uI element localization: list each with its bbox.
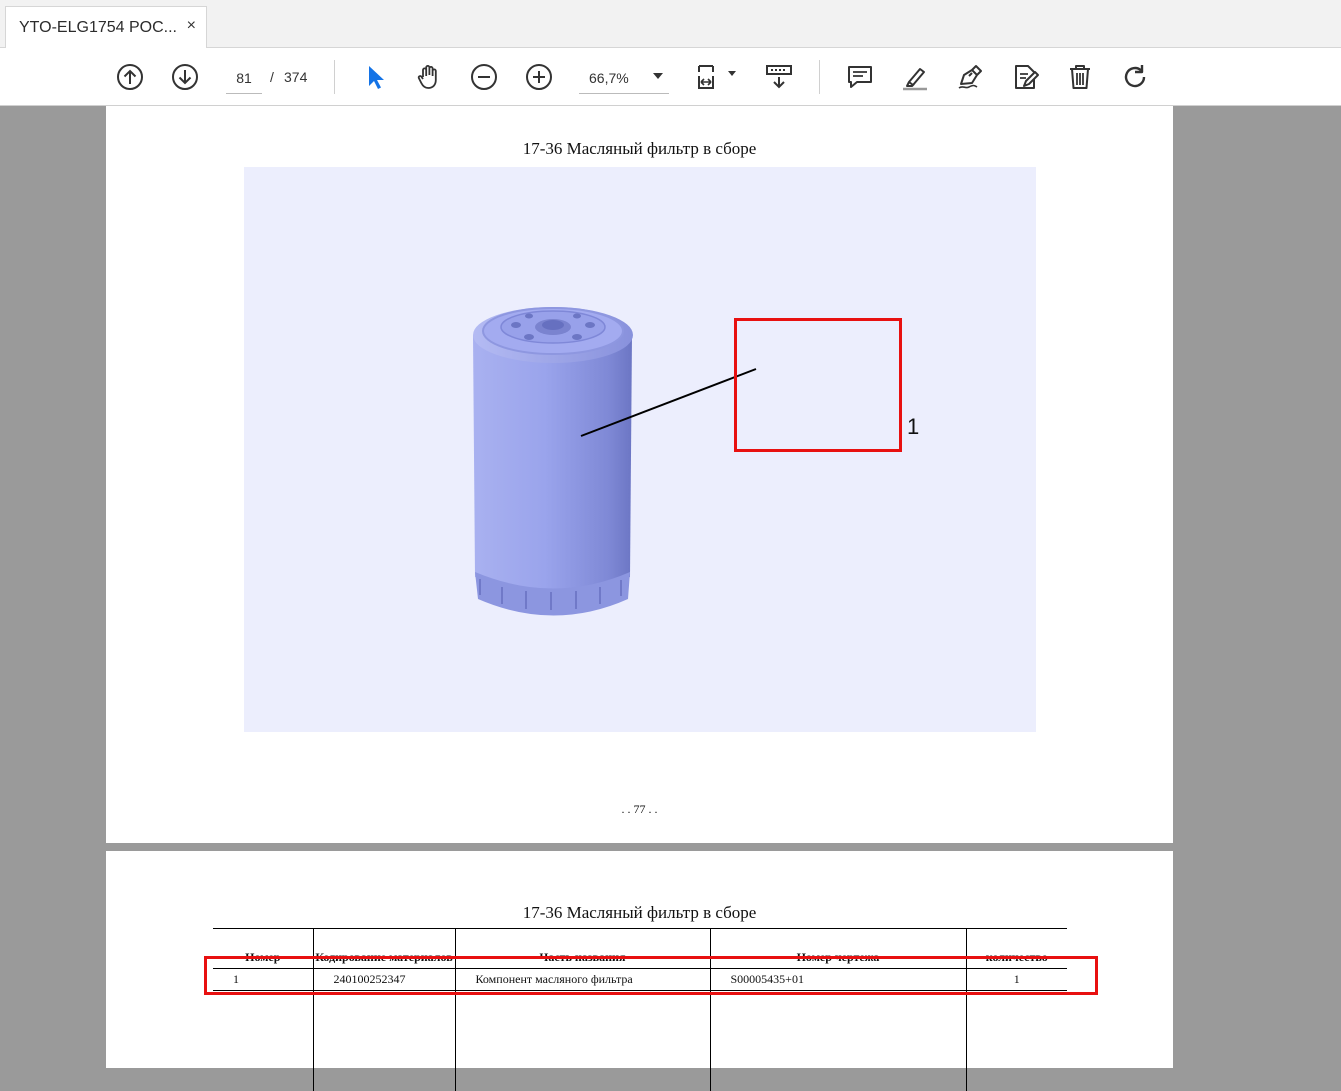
zoom-value: 66,7% (589, 70, 629, 86)
table-row-empty (213, 990, 1067, 1091)
draw-button[interactable] (953, 60, 987, 94)
part-figure: 1 (244, 167, 1036, 732)
document-edit-icon (1015, 65, 1039, 89)
parts-table: Номер Кодирование материалов Часть назва… (213, 928, 1067, 1091)
chevron-down-icon (653, 73, 663, 79)
tab-title: YTO-ELG1754 POC... (19, 18, 177, 36)
scroll-mode-button[interactable] (762, 60, 796, 94)
figure-title: 17-36 Масляный фильтр в сборе (522, 139, 757, 158)
tab-bar: YTO-ELG1754 POC... × (0, 0, 1341, 48)
pdf-page-78: 17-36 Масляный фильтр в сборе Номер Коди… (106, 851, 1173, 1091)
rotate-button[interactable] (1118, 60, 1152, 94)
plus-circle-icon (526, 64, 552, 90)
page-number-footer: . . 77 . . (621, 802, 658, 816)
pen-draw-icon (958, 65, 982, 89)
close-icon[interactable]: × (187, 17, 196, 35)
table-title: 17-36 Масляный фильтр в сборе (522, 903, 757, 922)
page-total: 374 (284, 69, 308, 85)
scroll-down-icon (766, 65, 792, 89)
highlight-button[interactable] (898, 60, 932, 94)
page-fit-button[interactable] (690, 60, 740, 94)
oil-filter-image (473, 307, 757, 616)
comment-icon (848, 66, 872, 88)
arrow-down-circle-icon (172, 64, 198, 90)
pdf-page-77: 17-36 Масляный фильтр в сборе 1 . . 77 .… (106, 106, 1173, 843)
page-separator: / (270, 69, 274, 85)
page-number-input[interactable]: 81 (226, 62, 262, 94)
previous-page-button[interactable] (113, 60, 147, 94)
document-tab[interactable]: YTO-ELG1754 POC... × (5, 6, 207, 48)
hand-icon (417, 65, 437, 89)
cursor-arrow-icon (369, 66, 384, 89)
select-tool-button[interactable] (357, 60, 391, 94)
highlight-box-row (204, 956, 1098, 995)
toolbar-divider (819, 60, 820, 94)
minus-circle-icon (471, 64, 497, 90)
zoom-out-button[interactable] (467, 60, 501, 94)
hand-tool-button[interactable] (412, 60, 446, 94)
highlight-box-callout (734, 318, 902, 452)
toolbar: 81 / 374 66,7% (0, 48, 1341, 106)
comment-button[interactable] (843, 60, 877, 94)
highlighter-icon (903, 68, 927, 91)
zoom-in-button[interactable] (522, 60, 556, 94)
callout-label: 1 (907, 414, 920, 439)
rotate-clockwise-icon (1124, 65, 1146, 88)
arrow-up-circle-icon (117, 64, 143, 90)
trash-icon (1070, 65, 1090, 89)
edit-text-button[interactable] (1008, 60, 1042, 94)
zoom-dropdown[interactable]: 66,7% (579, 62, 669, 94)
next-page-button[interactable] (168, 60, 202, 94)
delete-button[interactable] (1063, 60, 1097, 94)
fit-page-icon (698, 65, 736, 89)
toolbar-divider (334, 60, 335, 94)
